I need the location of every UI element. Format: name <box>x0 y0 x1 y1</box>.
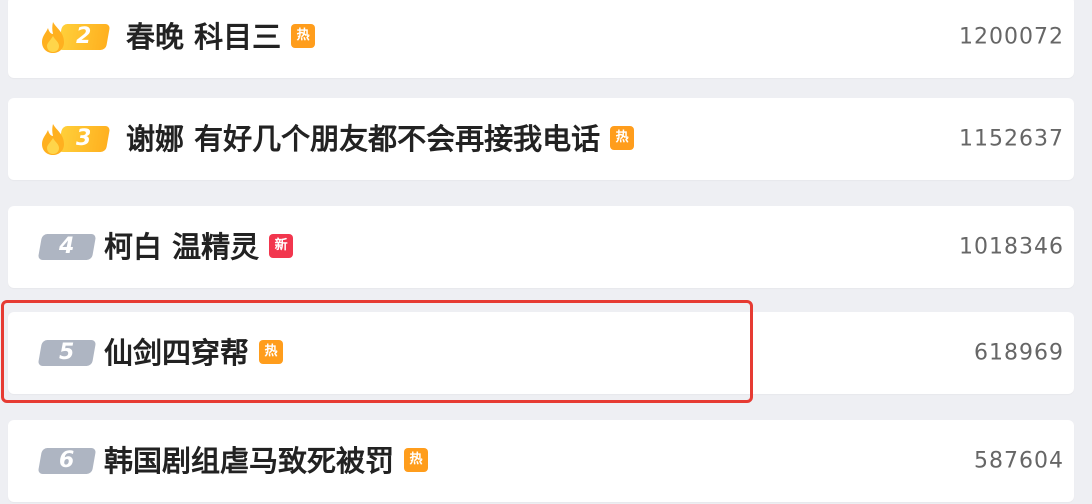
rank-number: 6 <box>59 448 75 473</box>
topic-title-text: 柯白 温精灵 <box>104 230 260 264</box>
rank-badge-hot: 3 <box>38 124 111 155</box>
highlight-box <box>1 300 753 403</box>
hot-tag-icon: 热 <box>610 126 635 150</box>
list-item[interactable]: 4 柯白 温精灵新 1018346 <box>8 206 1074 288</box>
topic-title[interactable]: 春晚 科目三热 <box>126 20 316 54</box>
rank-number: 4 <box>59 234 75 259</box>
new-tag-icon: 新 <box>269 234 294 258</box>
topic-title-text: 谢娜 有好几个朋友都不会再接我电话 <box>126 122 601 156</box>
hot-tag-icon: 热 <box>404 448 429 472</box>
heat-count: 587604 <box>974 448 1064 474</box>
rank-badge-plain: 4 <box>37 234 97 260</box>
list-item[interactable]: 6 韩国剧组虐马致死被罚热 587604 <box>8 420 1074 502</box>
rank-badge-hot: 2 <box>38 22 111 53</box>
list-item[interactable]: 2 春晚 科目三热 1200072 <box>8 0 1074 78</box>
topic-title[interactable]: 韩国剧组虐马致死被罚热 <box>104 444 429 478</box>
heat-count: 618969 <box>974 340 1064 366</box>
topic-title-text: 韩国剧组虐马致死被罚 <box>104 444 395 478</box>
heat-count: 1152637 <box>959 126 1064 152</box>
rank-number: 3 <box>76 126 92 151</box>
topic-title[interactable]: 柯白 温精灵新 <box>104 230 294 264</box>
heat-count: 1018346 <box>959 234 1064 260</box>
rank-number: 2 <box>76 24 92 49</box>
hot-search-list: 2 春晚 科目三热 1200072 3 谢娜 有好几个朋友都不会再接我电话热 1… <box>0 0 1092 504</box>
hot-tag-icon: 热 <box>291 24 316 48</box>
topic-title[interactable]: 谢娜 有好几个朋友都不会再接我电话热 <box>126 122 635 156</box>
list-item[interactable]: 3 谢娜 有好几个朋友都不会再接我电话热 1152637 <box>8 98 1074 180</box>
rank-badge-plain: 6 <box>37 448 97 474</box>
flame-icon <box>42 124 64 155</box>
heat-count: 1200072 <box>959 24 1064 50</box>
flame-icon <box>42 22 64 53</box>
topic-title-text: 春晚 科目三 <box>126 20 282 54</box>
